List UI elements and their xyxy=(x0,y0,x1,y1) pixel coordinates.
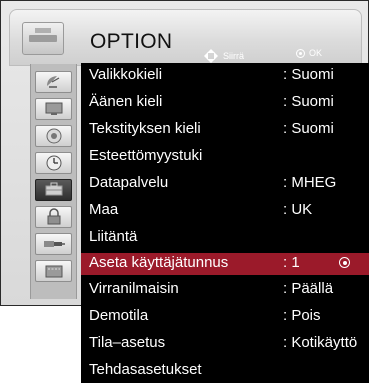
menu-row-label: Aseta käyttäjätunnus xyxy=(89,254,229,271)
sidebar-item-setup[interactable] xyxy=(35,71,72,93)
menu-title: OPTION xyxy=(90,30,173,53)
menu-row-label: Valikkokieli xyxy=(89,66,163,83)
sidebar-item-input[interactable] xyxy=(35,233,72,255)
menu-row-value: : Päällä xyxy=(283,280,334,297)
menu-row-value: : Suomi xyxy=(283,66,334,83)
menu-row-value: : Kotikäyttö xyxy=(283,334,358,351)
option-menu-list: Valikkokieli : Suomi Äänen kieli : Suomi… xyxy=(81,63,369,383)
speaker-icon xyxy=(46,128,61,144)
padlock-icon xyxy=(47,208,60,225)
toolbox-icon xyxy=(45,182,62,196)
menu-row-subtitle-language[interactable]: Tekstityksen kieli : Suomi xyxy=(81,119,369,141)
satellite-dish-icon xyxy=(46,76,59,88)
menu-row-label: Tehdasasetukset xyxy=(89,361,202,378)
menu-row-demo-mode[interactable]: Demotila : Pois xyxy=(81,306,369,328)
menu-row-value: : Suomi xyxy=(283,93,334,110)
menu-row-label: Äänen kieli xyxy=(89,93,163,110)
direction-arrows-icon xyxy=(203,48,219,64)
menu-row-label: Tila–asetus xyxy=(89,334,166,351)
menu-row-label: Maa xyxy=(89,201,119,218)
menu-row-value: : MHEG xyxy=(283,174,337,191)
menu-row-country[interactable]: Maa : UK xyxy=(81,200,369,222)
selected-radio-icon xyxy=(339,257,350,268)
menu-row-label: Tekstityksen kieli xyxy=(89,120,201,137)
menu-row-menu-language[interactable]: Valikkokieli : Suomi xyxy=(81,65,369,87)
menu-header: OPTION Siirrä OK xyxy=(9,9,362,66)
menu-row-label: Datapalvelu xyxy=(89,174,169,191)
sidebar-item-media[interactable] xyxy=(35,260,72,282)
sidebar-item-picture[interactable] xyxy=(35,98,72,120)
menu-row-label: Esteettömyystuki xyxy=(89,147,203,164)
menu-row-factory-reset[interactable]: Tehdasasetukset xyxy=(81,360,369,382)
menu-row-value: : 1 xyxy=(283,254,300,271)
menu-row-power-indicator[interactable]: Virranilmaisin : Päällä xyxy=(81,279,369,301)
menu-row-connection[interactable]: Liitäntä xyxy=(81,227,369,249)
sidebar-item-lock[interactable] xyxy=(35,206,72,228)
menu-row-value: : Pois xyxy=(283,307,321,324)
menu-row-label: Demotila xyxy=(89,307,149,324)
menu-row-value: : UK xyxy=(283,201,313,218)
category-sidebar xyxy=(30,64,77,299)
menu-row-accessibility[interactable]: Esteettömyystuki xyxy=(81,146,369,168)
menu-row-set-id[interactable]: Aseta käyttäjätunnus : 1 xyxy=(81,253,369,275)
sidebar-item-time[interactable] xyxy=(35,152,72,174)
ok-hint-label: OK xyxy=(309,48,323,58)
menu-row-data-service[interactable]: Datapalvelu : MHEG xyxy=(81,173,369,195)
clock-icon xyxy=(46,155,61,171)
option-toolbox-icon xyxy=(22,22,64,55)
sidebar-item-audio[interactable] xyxy=(35,125,72,147)
menu-row-label: Liitäntä xyxy=(89,228,138,245)
menu-row-value: : Suomi xyxy=(283,120,334,137)
ok-button-icon xyxy=(296,48,305,58)
input-plug-icon xyxy=(43,241,65,247)
menu-row-audio-language[interactable]: Äänen kieli : Suomi xyxy=(81,92,369,114)
monitor-icon xyxy=(45,102,62,115)
menu-row-mode-setting[interactable]: Tila–asetus : Kotikäyttö xyxy=(81,333,369,355)
sidebar-item-option[interactable] xyxy=(35,179,72,201)
ok-hint: OK xyxy=(296,48,322,58)
media-icon xyxy=(45,265,62,278)
move-hint-label: Siirrä xyxy=(223,51,245,61)
move-hint: Siirrä xyxy=(203,48,244,64)
menu-row-label: Virranilmaisin xyxy=(89,280,179,297)
